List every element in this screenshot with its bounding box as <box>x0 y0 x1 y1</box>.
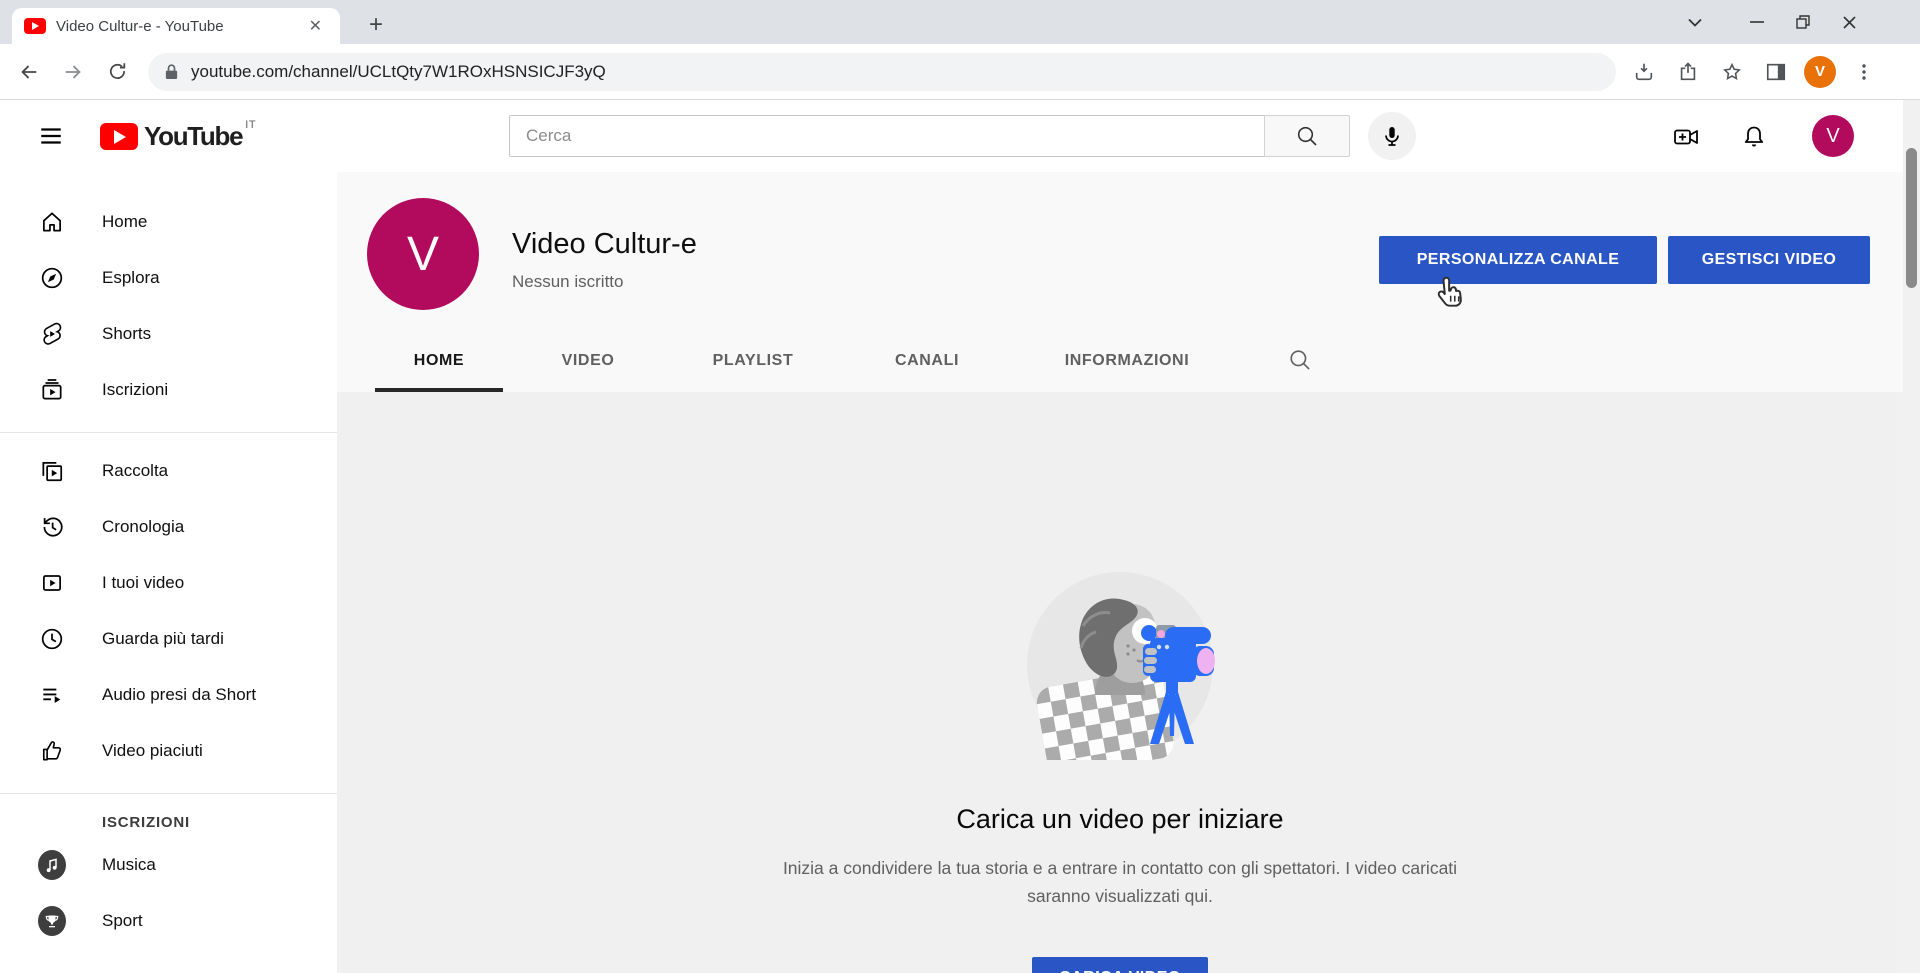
sidebar-item-video-piaciuti[interactable]: Video piaciuti <box>0 723 337 779</box>
sidebar-item-i-tuoi-video[interactable]: I tuoi video <box>0 555 337 611</box>
youtube-country-code: IT <box>245 119 256 131</box>
browser-profile-avatar[interactable]: V <box>1804 56 1836 88</box>
tab-home[interactable]: HOME <box>365 330 513 392</box>
playlist-play-icon <box>38 681 66 709</box>
sidebar-item-sport[interactable]: Sport <box>0 893 337 949</box>
tab-search-button[interactable] <box>1672 6 1718 38</box>
window-close-button[interactable] <box>1826 6 1872 38</box>
sidebar-divider <box>0 432 337 433</box>
empty-state-title: Carica un video per iniziare <box>337 804 1903 835</box>
url-text: youtube.com/channel/UCLtQty7W1ROxHSNSICJ… <box>191 62 606 82</box>
tab-video[interactable]: VIDEO <box>528 330 648 392</box>
search-icon <box>1295 124 1319 148</box>
browser-window: Video Cultur-e - YouTube ✕ + <box>0 0 1920 973</box>
browser-tab-bar: Video Cultur-e - YouTube ✕ + <box>0 0 1920 44</box>
search-button[interactable] <box>1264 115 1350 157</box>
home-icon <box>38 208 66 236</box>
youtube-header: YouTube IT V <box>0 100 1920 172</box>
sidebar: Home Esplora Shorts Iscrizioni Raccol <box>0 172 337 973</box>
tab-title: Video Cultur-e - YouTube <box>56 18 303 35</box>
sidebar-item-audio-short[interactable]: Audio presi da Short <box>0 667 337 723</box>
browser-tab[interactable]: Video Cultur-e - YouTube ✕ <box>12 8 340 44</box>
notifications-bell-icon[interactable] <box>1740 123 1768 151</box>
youtube-play-icon <box>100 123 138 150</box>
channel-header: V Video Cultur-e Nessun iscritto PERSONA… <box>337 172 1903 392</box>
watch-later-clock-icon <box>38 625 66 653</box>
channel-avatar[interactable]: V <box>367 198 479 310</box>
lock-icon <box>164 63 179 81</box>
sidebar-item-home[interactable]: Home <box>0 194 337 250</box>
tab-close-icon[interactable]: ✕ <box>303 14 328 38</box>
browser-menu-icon[interactable] <box>1848 56 1880 88</box>
search-form <box>509 115 1350 157</box>
sidebar-item-esplora[interactable]: Esplora <box>0 250 337 306</box>
subscriptions-icon <box>38 376 66 404</box>
scrollbar-thumb[interactable] <box>1906 148 1917 288</box>
manage-videos-button[interactable]: GESTISCI VIDEO <box>1668 236 1870 284</box>
sidebar-item-guarda-piu-tardi[interactable]: Guarda più tardi <box>0 611 337 667</box>
create-video-icon[interactable] <box>1672 123 1700 151</box>
new-tab-button[interactable]: + <box>360 10 392 42</box>
sidebar-item-cronologia[interactable]: Cronologia <box>0 499 337 555</box>
voice-search-button[interactable] <box>1368 112 1416 160</box>
youtube-logo-text: YouTube <box>144 121 242 152</box>
url-bar[interactable]: youtube.com/channel/UCLtQty7W1ROxHSNSICJ… <box>148 53 1616 91</box>
sidebar-divider <box>0 793 337 794</box>
youtube-favicon-icon <box>24 18 46 34</box>
history-icon <box>38 513 66 541</box>
library-icon <box>38 457 66 485</box>
youtube-logo[interactable]: YouTube IT <box>100 121 256 152</box>
channel-empty-state: Carica un video per iniziare Inizia a co… <box>337 392 1903 973</box>
install-icon[interactable] <box>1628 56 1660 88</box>
mouse-cursor-hand <box>1432 276 1466 314</box>
subscriber-count: Nessun iscritto <box>512 272 623 292</box>
customize-channel-button[interactable]: PERSONALIZZA CANALE <box>1379 236 1657 284</box>
hamburger-menu-icon[interactable] <box>38 123 64 149</box>
sidebar-item-musica[interactable]: Musica <box>0 837 337 893</box>
forward-button[interactable] <box>58 57 88 87</box>
sidebar-item-raccolta[interactable]: Raccolta <box>0 443 337 499</box>
account-avatar[interactable]: V <box>1812 115 1854 157</box>
back-button[interactable] <box>14 57 44 87</box>
music-note-icon <box>44 857 60 873</box>
channel-name: Video Cultur-e <box>512 228 697 261</box>
browser-toolbar: youtube.com/channel/UCLtQty7W1ROxHSNSICJ… <box>0 44 1920 100</box>
tab-canali[interactable]: CANALI <box>867 330 987 392</box>
trophy-icon <box>44 913 60 929</box>
empty-state-description: Inizia a condividere la tua storia e a e… <box>750 854 1490 910</box>
compass-icon <box>38 264 66 292</box>
channel-search-icon[interactable] <box>1287 347 1315 375</box>
thumbs-up-icon <box>38 737 66 765</box>
subscriptions-section-title: ISCRIZIONI <box>0 804 337 837</box>
chevron-down-icon <box>1672 6 1718 38</box>
page-scrollbar[interactable] <box>1903 100 1920 973</box>
window-restore-button[interactable] <box>1780 6 1826 38</box>
reload-button[interactable] <box>102 57 132 87</box>
channel-page: V Video Cultur-e Nessun iscritto PERSONA… <box>337 172 1903 973</box>
shorts-icon <box>38 320 66 348</box>
tab-playlist[interactable]: PLAYLIST <box>683 330 823 392</box>
search-input[interactable] <box>509 115 1264 157</box>
share-icon[interactable] <box>1672 56 1704 88</box>
bookmark-star-icon[interactable] <box>1716 56 1748 88</box>
your-videos-icon <box>38 569 66 597</box>
microphone-icon <box>1380 124 1404 148</box>
window-minimize-button[interactable] <box>1734 6 1780 38</box>
sport-channel-avatar <box>38 907 66 935</box>
sidebar-item-iscrizioni[interactable]: Iscrizioni <box>0 362 337 418</box>
side-panel-icon[interactable] <box>1760 56 1792 88</box>
tab-informazioni[interactable]: INFORMAZIONI <box>1037 330 1217 392</box>
sidebar-item-shorts[interactable]: Shorts <box>0 306 337 362</box>
upload-video-button[interactable]: CARICA VIDEO <box>1032 957 1208 973</box>
music-channel-avatar <box>38 851 66 879</box>
upload-illustration <box>1025 570 1215 760</box>
channel-tabs: HOME VIDEO PLAYLIST CANALI INFORMAZIONI <box>337 330 1903 392</box>
